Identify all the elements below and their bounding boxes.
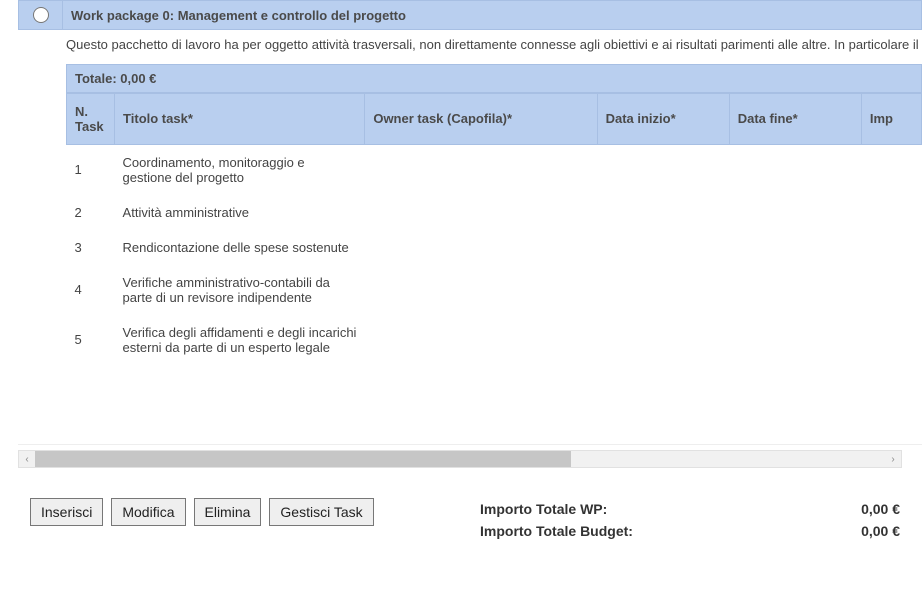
- wp-total: Totale: 0,00 €: [66, 64, 922, 93]
- delete-button[interactable]: Elimina: [194, 498, 262, 526]
- chevron-right-icon[interactable]: ›: [885, 451, 901, 467]
- total-budget-label: Importo Totale Budget:: [480, 523, 633, 539]
- table-row: 1 Coordinamento, monitoraggio e gestione…: [67, 144, 922, 195]
- task-end: [729, 144, 861, 195]
- wp-select-cell: [19, 1, 63, 29]
- wp-description: Questo pacchetto di lavoro ha per oggett…: [66, 30, 922, 64]
- task-owner: [365, 265, 597, 315]
- task-title: Rendicontazione delle spese sostenute: [115, 230, 365, 265]
- action-buttons: Inserisci Modifica Elimina Gestisci Task: [30, 498, 374, 526]
- totals: Importo Totale WP: 0,00 € Importo Totale…: [480, 498, 900, 542]
- task-n: 3: [67, 230, 115, 265]
- scrollbar-track[interactable]: [35, 451, 885, 467]
- col-title: Titolo task*: [115, 93, 365, 144]
- footer: Inserisci Modifica Elimina Gestisci Task…: [30, 498, 900, 542]
- col-owner: Owner task (Capofila)*: [365, 93, 597, 144]
- task-owner: [365, 144, 597, 195]
- task-owner: [365, 315, 597, 365]
- scrollbar-thumb[interactable]: [35, 451, 571, 467]
- task-start: [597, 265, 729, 315]
- task-start: [597, 315, 729, 365]
- task-end: [729, 265, 861, 315]
- tasks-body: 1 Coordinamento, monitoraggio e gestione…: [67, 144, 922, 365]
- task-title: Verifica degli affidamenti e degli incar…: [115, 315, 365, 365]
- col-imp: Imp: [861, 93, 921, 144]
- task-owner: [365, 195, 597, 230]
- total-wp-value: 0,00 €: [861, 501, 900, 517]
- task-end: [729, 195, 861, 230]
- manage-task-button[interactable]: Gestisci Task: [269, 498, 373, 526]
- tasks-table: N. Task Titolo task* Owner task (Capofil…: [66, 93, 922, 365]
- tasks-header-row: N. Task Titolo task* Owner task (Capofil…: [67, 93, 922, 144]
- table-row: 5 Verifica degli affidamenti e degli inc…: [67, 315, 922, 365]
- col-end: Data fine*: [729, 93, 861, 144]
- task-title: Attività amministrative: [115, 195, 365, 230]
- task-n: 5: [67, 315, 115, 365]
- wp-title: Work package 0: Management e controllo d…: [63, 2, 921, 29]
- task-n: 1: [67, 144, 115, 195]
- total-wp-row: Importo Totale WP: 0,00 €: [480, 498, 900, 520]
- task-title: Coordinamento, monitoraggio e gestione d…: [115, 144, 365, 195]
- table-row: 4 Verifiche amministrativo-contabili da …: [67, 265, 922, 315]
- task-end: [729, 230, 861, 265]
- total-budget-value: 0,00 €: [861, 523, 900, 539]
- col-start: Data inizio*: [597, 93, 729, 144]
- task-owner: [365, 230, 597, 265]
- wp-select-radio[interactable]: [33, 7, 49, 23]
- task-n: 4: [67, 265, 115, 315]
- wp-header-row: Work package 0: Management e controllo d…: [18, 0, 922, 30]
- total-budget-row: Importo Totale Budget: 0,00 €: [480, 520, 900, 542]
- horizontal-scrollbar[interactable]: ‹ ›: [18, 450, 902, 468]
- table-row: 3 Rendicontazione delle spese sostenute: [67, 230, 922, 265]
- col-n: N. Task: [67, 93, 115, 144]
- insert-button[interactable]: Inserisci: [30, 498, 103, 526]
- task-start: [597, 144, 729, 195]
- task-n: 2: [67, 195, 115, 230]
- work-package-panel: Work package 0: Management e controllo d…: [18, 0, 922, 445]
- task-start: [597, 230, 729, 265]
- task-title: Verifiche amministrativo-contabili da pa…: [115, 265, 365, 315]
- task-end: [729, 315, 861, 365]
- edit-button[interactable]: Modifica: [111, 498, 185, 526]
- task-start: [597, 195, 729, 230]
- total-wp-label: Importo Totale WP:: [480, 501, 607, 517]
- chevron-left-icon[interactable]: ‹: [19, 451, 35, 467]
- table-row: 2 Attività amministrative: [67, 195, 922, 230]
